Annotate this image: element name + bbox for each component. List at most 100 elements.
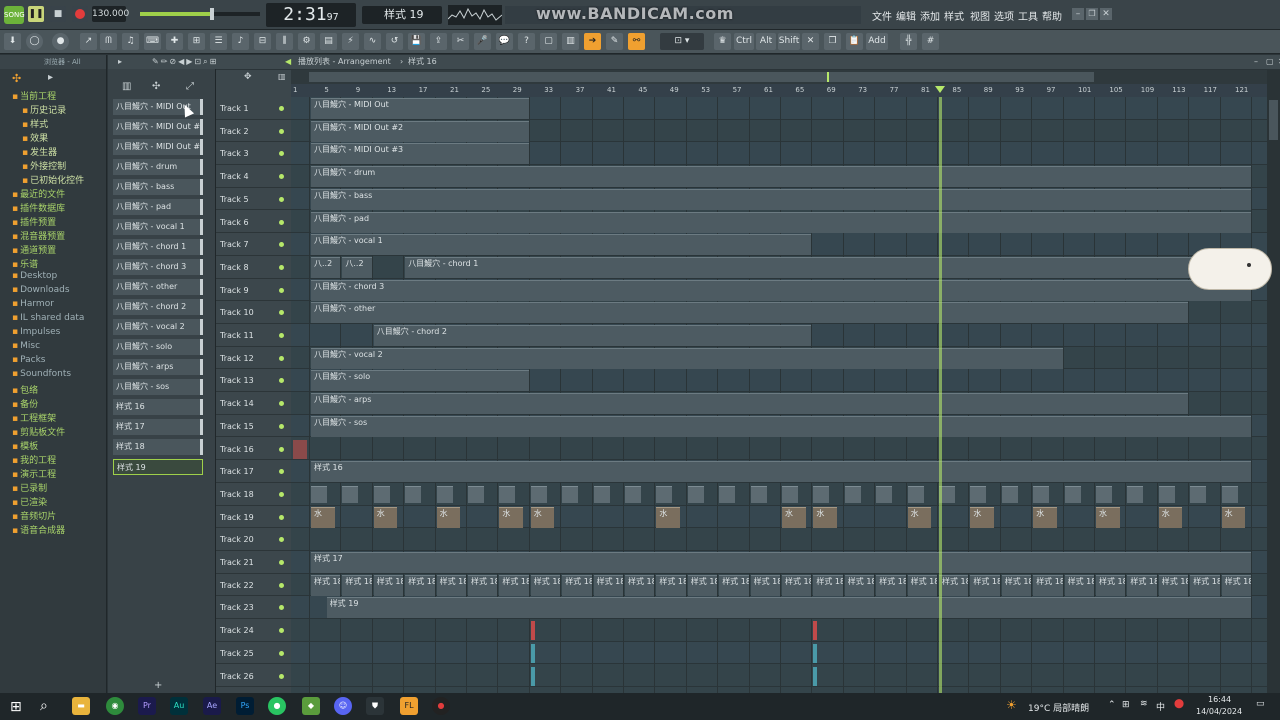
shift-button[interactable]: Shift	[778, 33, 800, 50]
picker-item[interactable]: 八目鰻穴 - chord 1	[113, 239, 203, 255]
browser-item[interactable]: ▪ 外接控制	[0, 159, 106, 173]
notification-icon[interactable]: ▭	[1256, 699, 1265, 709]
track-header[interactable]: Track 3	[216, 142, 291, 166]
track-mute-led[interactable]	[279, 514, 284, 520]
vocal-chop-clip[interactable]: 水	[782, 506, 806, 528]
picker-item[interactable]: 八目鰻穴 - MIDI Out #2	[113, 119, 203, 135]
track-header[interactable]: Track 26	[216, 665, 291, 688]
tempo-display[interactable]: 130.000	[92, 6, 129, 22]
hit-clip[interactable]	[342, 485, 359, 503]
pattern-clip[interactable]: 八目鰻穴 - vocal 2	[311, 347, 1063, 369]
arrangement-grid[interactable]: 八目鰻穴 - MIDI Out 八目鰻穴 - MIDI Out #2 八目鰻穴 - …	[291, 97, 1267, 693]
fl-studio-icon[interactable]: FL	[400, 697, 418, 715]
pattern-18-clip[interactable]: 样式 18	[876, 574, 906, 596]
hit-clip[interactable]	[373, 485, 390, 503]
pattern-18-clip[interactable]: 样式 18	[499, 574, 529, 596]
track-mute-led[interactable]	[279, 605, 284, 611]
pencil-icon[interactable]: ✎	[606, 33, 623, 50]
shield-icon[interactable]: ⛊	[366, 697, 384, 715]
plug-icon[interactable]: ⚡	[342, 33, 359, 50]
track-header[interactable]: Track 14	[216, 392, 291, 415]
hit-clip[interactable]	[656, 485, 673, 503]
mixer-fader-icon[interactable]: ╬	[900, 33, 917, 50]
vertical-scrollbar[interactable]	[1267, 70, 1280, 693]
track-header[interactable]: Track 13	[216, 369, 291, 393]
browser-item[interactable]: ▪ 已初始化控件	[0, 173, 106, 187]
automation-mark[interactable]	[813, 666, 818, 686]
chrome-icon[interactable]: ◉	[106, 697, 124, 715]
help-icon[interactable]: ?	[518, 33, 535, 50]
pattern-clip[interactable]: 八目鰻穴 - other	[311, 302, 1189, 324]
browser-item[interactable]: ▪ Desktop	[0, 271, 106, 285]
track-mute-led[interactable]	[279, 287, 284, 293]
menu-item-7[interactable]: 帮助	[1042, 8, 1062, 23]
automation-mark[interactable]	[530, 621, 535, 641]
pattern-18-clip[interactable]: 样式 18	[436, 574, 466, 596]
browser-item[interactable]: ▪ 乐谱	[0, 257, 106, 271]
track-mute-led[interactable]	[279, 174, 284, 180]
pattern-18-clip[interactable]: 样式 18	[405, 574, 435, 596]
browser-item[interactable]: ▪ 剪贴板文件	[0, 425, 106, 439]
track-mute-led[interactable]	[279, 628, 284, 634]
pattern-18-clip[interactable]: 样式 18	[1127, 574, 1157, 596]
hit-clip[interactable]	[593, 485, 610, 503]
picker-item[interactable]: 八目鰻穴 - vocal 1	[113, 219, 203, 235]
wechat-icon[interactable]: ●	[268, 697, 286, 715]
pattern-18-clip[interactable]: 样式 18	[782, 574, 812, 596]
restore-button[interactable]: ❐	[1086, 8, 1098, 20]
hit-clip[interactable]	[907, 485, 924, 503]
vocal-chop-clip[interactable]: 水	[970, 506, 994, 528]
picker-item[interactable]: 八目鰻穴 - chord 3	[113, 259, 203, 275]
pattern-clip[interactable]: 八目鰻穴 - MIDI Out #2	[311, 120, 529, 142]
pattern-18-clip[interactable]: 样式 18	[593, 574, 623, 596]
track-mute-led[interactable]	[279, 673, 284, 679]
track-mute-led[interactable]	[279, 582, 284, 588]
arrow-right-icon[interactable]: ➔	[584, 33, 601, 50]
wait-icon[interactable]: ●	[52, 33, 69, 50]
vocal-chop-clip[interactable]: 水	[373, 506, 398, 528]
hit-clip[interactable]	[1033, 485, 1050, 503]
step-edit-icon[interactable]: ♫	[122, 33, 139, 50]
browser-item[interactable]: ▪ 音频切片	[0, 509, 106, 523]
vertical-scroll-thumb[interactable]	[1269, 100, 1278, 140]
grid-icon[interactable]: #	[922, 33, 939, 50]
menu-item-0[interactable]: 文件	[872, 8, 892, 23]
snap-selector[interactable]: ⊡ ▾	[660, 33, 704, 50]
playlist-nav-icon[interactable]: ◀	[285, 55, 291, 69]
track-mute-led[interactable]	[279, 106, 284, 111]
browser-item[interactable]: ▪ 已录制	[0, 481, 106, 495]
browser-item[interactable]: ▪ 我的工程	[0, 453, 106, 467]
vocal-chop-clip[interactable]: 水	[1221, 506, 1246, 528]
mic-icon[interactable]: 🎤	[474, 33, 491, 50]
track-header[interactable]: Track 23	[216, 596, 291, 620]
minimize-button[interactable]: –	[1072, 8, 1084, 20]
menu-item-1[interactable]: 编辑	[896, 8, 916, 23]
picker-item[interactable]: 八目鰻穴 - arps	[113, 359, 203, 375]
browser-item[interactable]: ▪ Misc	[0, 341, 106, 355]
track-header[interactable]: Track 9	[216, 279, 291, 302]
automation-mark[interactable]	[813, 643, 818, 663]
browser-item[interactable]: ▪ Soundfonts	[0, 369, 106, 383]
ctrl-button[interactable]: Ctrl	[734, 33, 754, 50]
clock-time[interactable]: 16:44	[1208, 695, 1231, 704]
menu-item-5[interactable]: 选项	[994, 8, 1014, 23]
browser-item[interactable]: ▪ 已渲染	[0, 495, 106, 509]
pattern-clip[interactable]: 八目鰻穴 - vocal 1	[311, 234, 812, 256]
pattern-18-clip[interactable]: 样式 18	[530, 574, 561, 596]
cable-icon[interactable]: ∿	[364, 33, 381, 50]
picker-pattern-icon[interactable]: ▥	[122, 81, 131, 92]
fl-logo[interactable]: SONG	[4, 6, 25, 24]
automation-clip[interactable]	[293, 439, 307, 459]
pattern-18-clip[interactable]: 样式 18	[907, 574, 937, 596]
track-header[interactable]: Track 8	[216, 256, 291, 279]
wifi-icon[interactable]: ≋	[1140, 699, 1148, 709]
browser-item[interactable]: ▪ 语音合成器	[0, 523, 106, 537]
copy-icon[interactable]: ❐	[824, 33, 841, 50]
track-mute-led[interactable]	[279, 310, 284, 316]
browser-item[interactable]: ▪ 插件预置	[0, 215, 106, 229]
pattern-clip[interactable]: 八目鰻穴 - chord 1	[405, 256, 1251, 278]
playlist-menu-icon[interactable]: ▸	[118, 55, 122, 69]
browser-item[interactable]: ▪ 当前工程	[0, 89, 106, 103]
audition-icon[interactable]: Au	[170, 697, 188, 715]
browser-item[interactable]: ▪ 插件数据库	[0, 201, 106, 215]
